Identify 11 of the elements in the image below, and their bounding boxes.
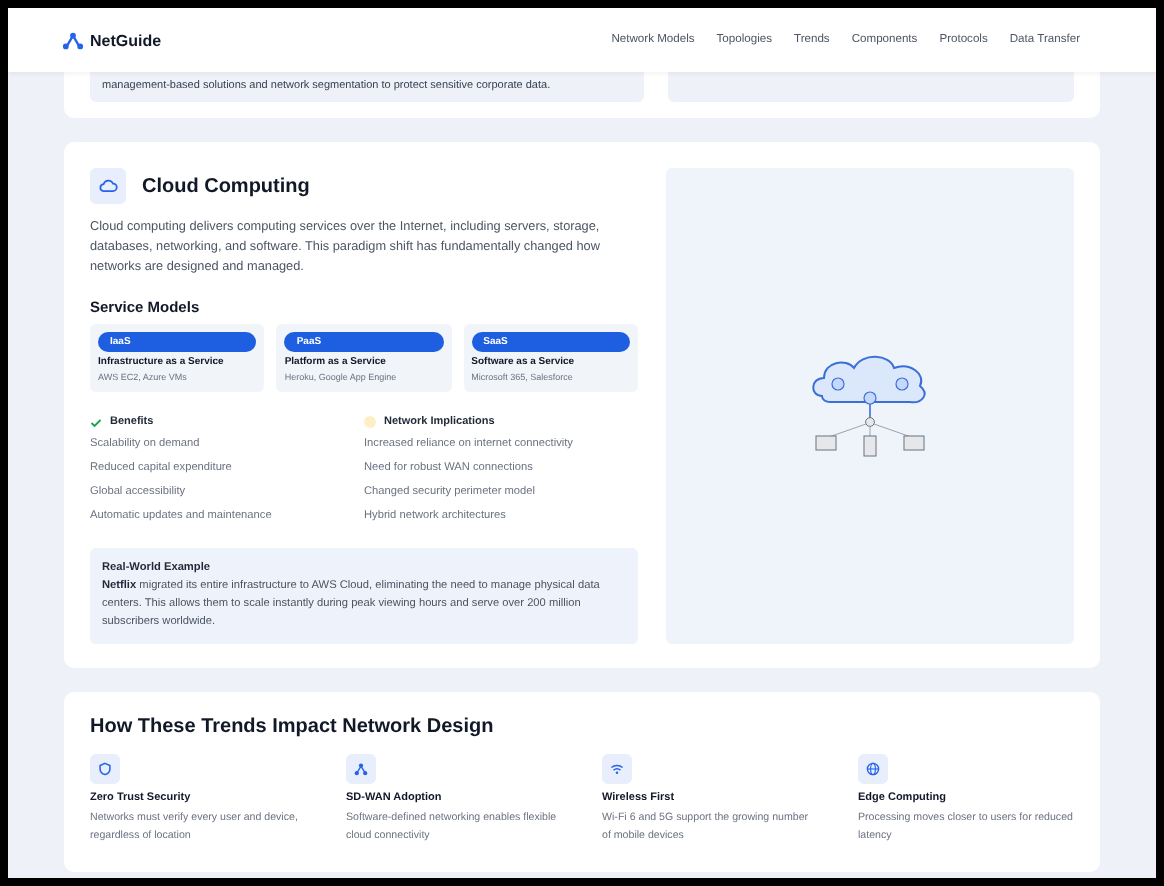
- globe-icon: [858, 754, 888, 784]
- section-title: Cloud Computing: [142, 175, 310, 197]
- warning-dot-icon: [364, 416, 376, 428]
- brand-name[interactable]: NetGuide: [90, 31, 162, 49]
- section-title: How These Trends Impact Network Design: [90, 716, 496, 738]
- network-icon: [346, 754, 376, 784]
- network-logo-icon: [62, 31, 84, 49]
- cloud-icon: [90, 168, 126, 204]
- shield-icon: [90, 754, 120, 784]
- check-icon: [90, 417, 102, 427]
- wifi-icon: [602, 754, 632, 784]
